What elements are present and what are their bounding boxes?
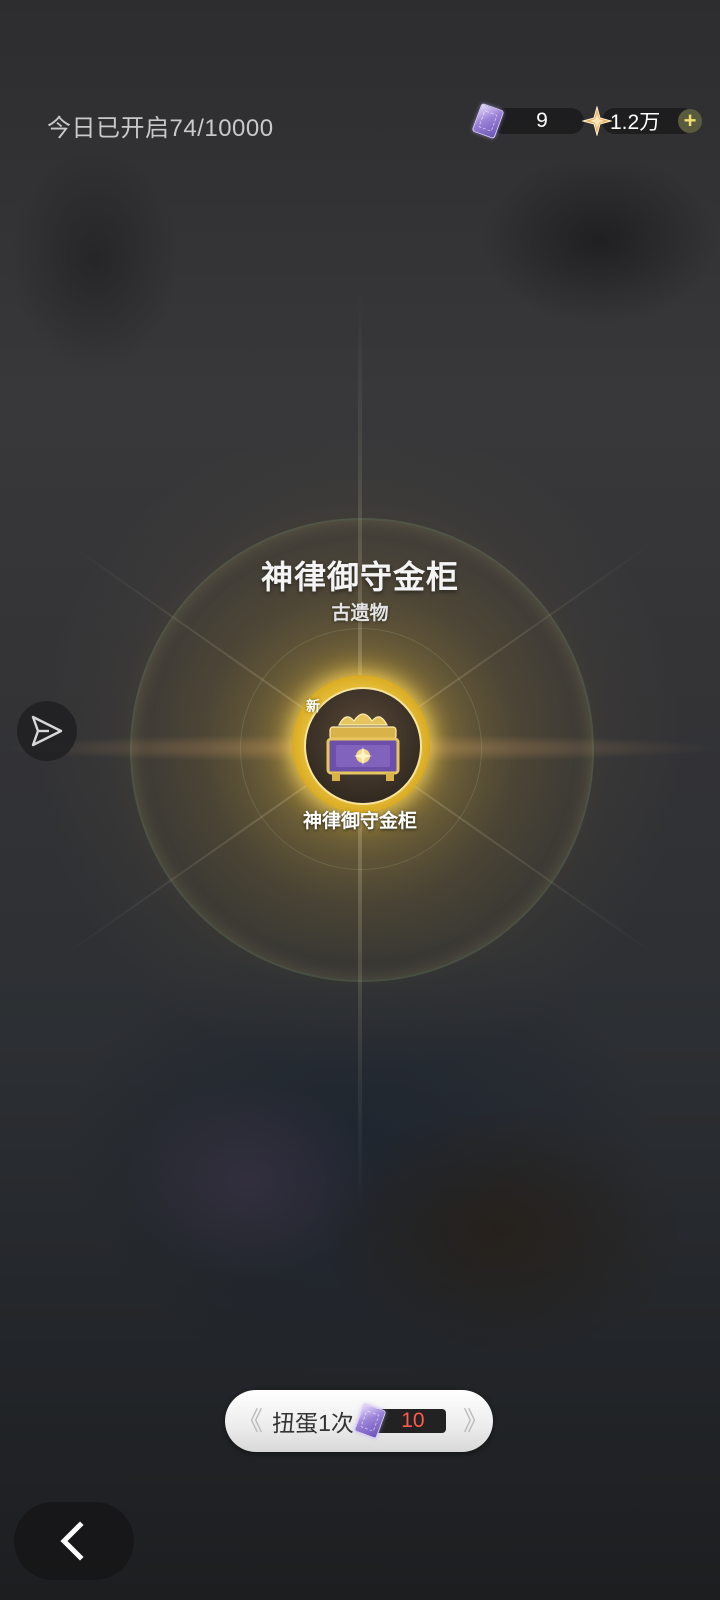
ticket-count: 9 [490, 108, 584, 134]
gold-star-icon [582, 106, 612, 136]
gacha-label: 扭蛋1次 [272, 1410, 354, 1436]
purple-ticket-icon [353, 1402, 387, 1440]
back-button[interactable] [14, 1502, 134, 1580]
currency-ticket[interactable]: 9 [471, 102, 584, 140]
plus-icon[interactable]: + [678, 109, 702, 133]
button-right-decoration: 》 [463, 1406, 490, 1436]
back-arrow-icon [60, 1521, 84, 1561]
daily-open-counter: 今日已开启74/10000 [47, 115, 274, 142]
item-title: 神律御守金柜 [260, 559, 459, 595]
button-left-decoration: 《 [237, 1406, 264, 1436]
new-badge: 新 [306, 698, 320, 714]
share-send-icon [31, 715, 63, 747]
gacha-once-button[interactable]: 《 扭蛋1次 10 》 [225, 1390, 493, 1452]
share-button[interactable] [17, 701, 77, 761]
item-label: 神律御守金柜 [302, 811, 417, 832]
golden-chest-icon [304, 687, 422, 805]
item-category: 古遗物 [331, 603, 389, 624]
